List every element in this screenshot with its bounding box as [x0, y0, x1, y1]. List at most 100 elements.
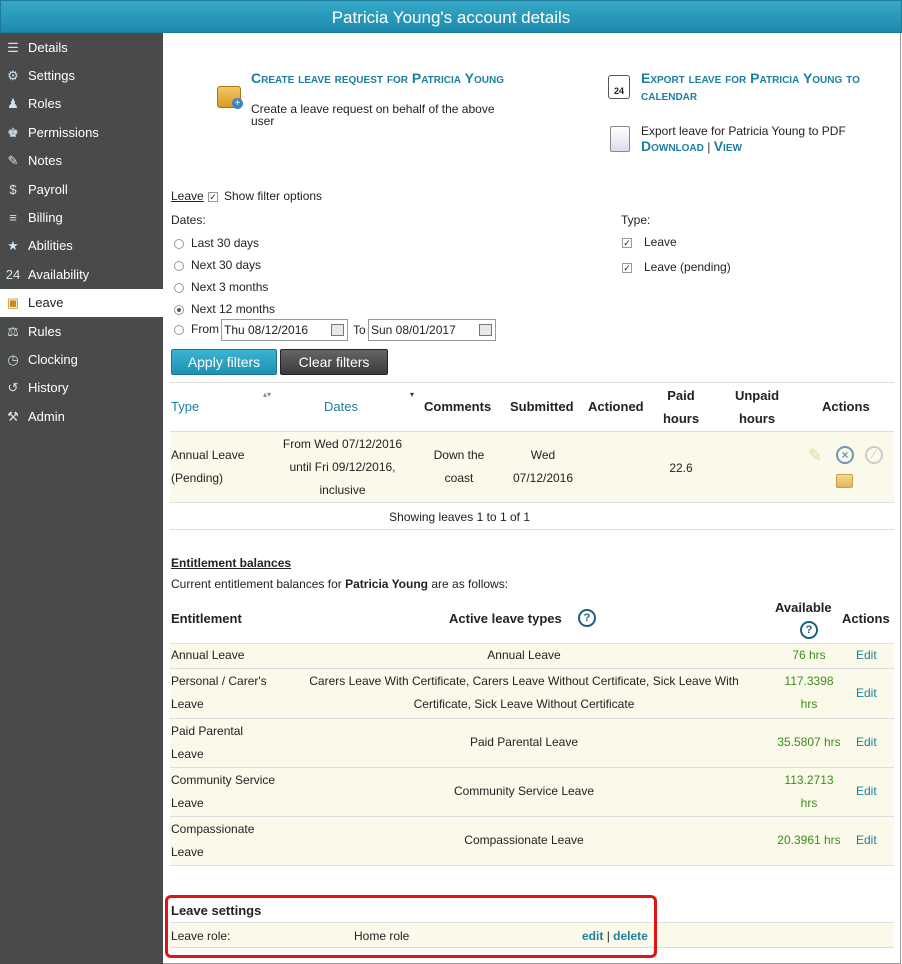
date-option[interactable]: From: [174, 322, 219, 336]
edit-pencil-icon[interactable]: ✎: [808, 446, 822, 466]
type-checkbox[interactable]: ✓: [622, 237, 632, 248]
suitcase-icon[interactable]: [836, 474, 853, 488]
leave-filter-link[interactable]: Leave: [171, 189, 204, 203]
sidebar-item-rules[interactable]: ⚖ Rules: [0, 317, 163, 345]
sidebar-item-availability[interactable]: 24 Availability: [0, 260, 163, 288]
edit-link[interactable]: Edit: [856, 644, 877, 667]
sort-desc-icon[interactable]: ▾: [410, 390, 414, 399]
entitlement-types: Carers Leave With Certificate, Carers Le…: [309, 674, 739, 711]
help-icon[interactable]: ?: [578, 609, 596, 627]
type-option[interactable]: ✓ Leave: [622, 235, 677, 249]
col-actions-header: Actions: [842, 611, 890, 626]
type-option-label: Leave (pending): [644, 260, 731, 274]
sidebar-item-notes[interactable]: ✎ Notes: [0, 147, 163, 175]
show-filter-toggle[interactable]: ✓ Show filter options: [208, 189, 322, 203]
sidebar-item-leave[interactable]: ▣ Leave: [0, 288, 163, 317]
calendar-picker-icon[interactable]: [331, 324, 344, 336]
sidebar-item-abilities[interactable]: ★ Abilities: [0, 232, 163, 260]
dates-label: Dates:: [171, 213, 206, 227]
col-paid-header: Paid hours: [662, 388, 700, 426]
calendar-icon: 24: [5, 266, 21, 282]
col-entitlement-header: Entitlement: [171, 611, 242, 626]
edit-link[interactable]: Edit: [856, 829, 877, 852]
from-date-input[interactable]: Thu 08/12/2016: [221, 319, 348, 341]
col-type-header[interactable]: Type: [171, 399, 199, 414]
date-option[interactable]: Next 30 days: [174, 258, 261, 272]
edit-link[interactable]: Edit: [856, 731, 877, 754]
entitlement-types: Paid Parental Leave: [469, 735, 579, 749]
calendar-picker-icon[interactable]: [479, 324, 492, 336]
entitlement-name: Compassionate Leave: [171, 821, 255, 859]
edit-link[interactable]: Edit: [856, 780, 877, 803]
sidebar-item-admin[interactable]: ⚒ Admin: [0, 402, 163, 430]
date-radio[interactable]: [174, 324, 184, 335]
date-radio[interactable]: [174, 304, 184, 315]
date-option[interactable]: Next 12 months: [174, 302, 275, 316]
type-checkbox[interactable]: ✓: [622, 262, 632, 273]
create-leave-description: Create a leave request on behalf of the …: [251, 102, 495, 128]
pdf-document-icon[interactable]: [610, 126, 630, 152]
date-option[interactable]: Last 30 days: [174, 236, 259, 250]
date-radio[interactable]: [174, 238, 184, 249]
sidebar-item-clocking[interactable]: ◷ Clocking: [0, 345, 163, 373]
row-submitted: Wed 07/12/2016: [512, 448, 574, 485]
to-date-value: Sun 08/01/2017: [371, 323, 456, 337]
date-option[interactable]: Next 3 months: [174, 280, 268, 294]
suitcase-icon: ▣: [6, 295, 20, 311]
billing-icon: ≡: [9, 210, 17, 226]
cancel-circle-icon[interactable]: ×: [836, 446, 854, 464]
sidebar-item-billing[interactable]: ≡ Billing: [0, 203, 163, 231]
from-date-value: Thu 08/12/2016: [224, 323, 309, 337]
entitlement-available: 35.5807 hrs: [777, 735, 841, 749]
sidebar-item-label: Payroll: [28, 181, 68, 197]
col-dates-header[interactable]: Dates: [324, 399, 358, 414]
sidebar-item-label: Permissions: [28, 124, 99, 140]
date-option-label: Next 30 days: [191, 258, 262, 272]
show-filter-label: Show filter options: [224, 189, 323, 203]
sidebar-item-history[interactable]: ↺ History: [0, 374, 163, 402]
type-label: Type:: [621, 213, 651, 227]
entitlement-available: 113.2713 hrs: [784, 772, 834, 810]
date-radio[interactable]: [174, 282, 184, 293]
edit-link[interactable]: Edit: [856, 682, 877, 705]
deny-icon[interactable]: ⁄: [865, 446, 883, 464]
people-icon: ♟: [7, 96, 19, 112]
clear-filters-button[interactable]: Clear filters: [280, 349, 388, 375]
export-calendar-link[interactable]: Export leave for Patricia Young to calen…: [641, 70, 896, 104]
sidebar-item-permissions[interactable]: ♚ Permissions: [0, 118, 163, 146]
window-title: Patricia Young's account details: [0, 0, 902, 33]
sidebar-item-label: Roles: [28, 96, 62, 112]
entitlement-types: Compassionate Leave: [464, 833, 584, 847]
create-leave-request-link[interactable]: Create leave request for Patricia Young: [251, 70, 511, 87]
entitlement-types: Community Service Leave: [453, 784, 595, 798]
help-icon[interactable]: ?: [800, 621, 818, 639]
sidebar-item-label: Rules: [28, 323, 62, 339]
badge-icon: ★: [7, 238, 19, 254]
sidebar-item-settings[interactable]: ⚙ Settings: [0, 61, 163, 89]
entitlement-heading: Entitlement balances: [171, 556, 292, 570]
sidebar-item-label: History: [28, 380, 69, 396]
apply-filters-button[interactable]: Apply filters: [171, 349, 277, 375]
sidebar-item-details[interactable]: ☰ Details: [0, 33, 163, 61]
calendar-icon[interactable]: 24: [608, 75, 630, 99]
to-date-input[interactable]: Sun 08/01/2017: [368, 319, 496, 341]
rules-icon: ⚖: [7, 323, 19, 339]
type-option[interactable]: ✓ Leave (pending): [622, 260, 731, 274]
sidebar-item-payroll[interactable]: $ Payroll: [0, 175, 163, 203]
view-link[interactable]: View: [714, 138, 742, 154]
notepad-icon: ✎: [7, 153, 19, 169]
payroll-icon: $: [9, 181, 17, 197]
col-active-types-header: Active leave types: [449, 611, 562, 626]
download-link[interactable]: Download: [641, 138, 704, 154]
gear-icon: ⚙: [7, 68, 19, 84]
row-type: Annual Leave (Pending): [171, 448, 245, 485]
sidebar-item-roles[interactable]: ♟ Roles: [0, 90, 163, 118]
date-radio[interactable]: [174, 260, 184, 271]
sidebar: ☰ Details ⚙ Settings ♟ Roles ♚ Permissions ✎ Note…: [0, 33, 163, 964]
sort-icon[interactable]: ▴▾: [263, 390, 271, 399]
clock-icon: ◷: [7, 351, 19, 367]
show-filter-checkbox[interactable]: ✓: [208, 191, 218, 202]
export-pdf-links: Download | View: [641, 138, 742, 155]
entitlement-name: Paid Parental Leave: [171, 723, 244, 761]
export-pdf-text: Export leave for Patricia Young to PDF: [641, 124, 846, 138]
